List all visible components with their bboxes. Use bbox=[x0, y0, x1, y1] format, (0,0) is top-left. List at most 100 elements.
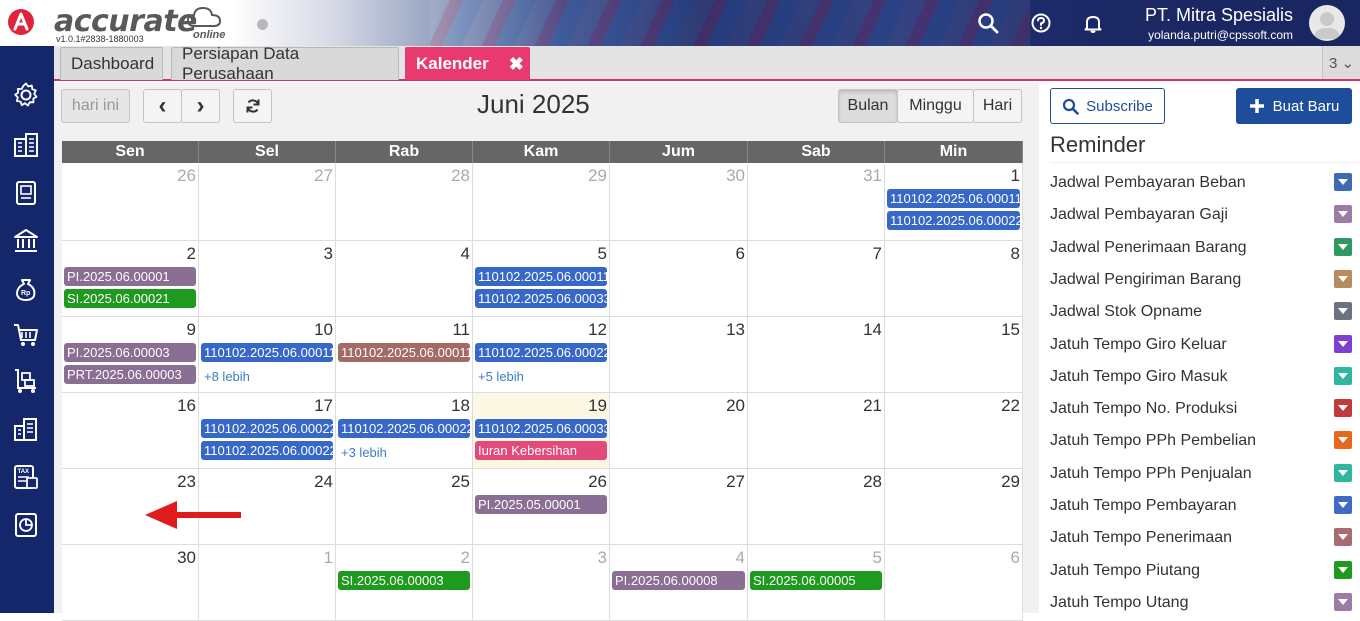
today-button[interactable]: hari ini bbox=[61, 89, 130, 123]
reminder-item[interactable]: Jatuh Tempo Piutang bbox=[1050, 557, 1352, 581]
calendar-day-cell[interactable]: 13 bbox=[610, 317, 748, 393]
calendar-day-cell[interactable]: 9 PI.2025.06.00003 PRT.2025.06.00003 bbox=[62, 317, 199, 393]
color-dropdown-icon[interactable] bbox=[1334, 334, 1352, 353]
tab-persiapan-data[interactable]: Persiapan Data Perusahaan bbox=[171, 44, 399, 83]
new-event-button[interactable]: Buat Baru bbox=[1236, 88, 1352, 124]
color-dropdown-icon[interactable] bbox=[1334, 366, 1352, 385]
calendar-day-cell[interactable]: 17 110102.2025.06.00022 110102.2025.06.000… bbox=[199, 393, 336, 469]
bell-icon[interactable] bbox=[1080, 10, 1106, 36]
calendar-day-cell[interactable]: 18 110102.2025.06.00022 +3 lebih bbox=[336, 393, 473, 469]
view-day-button[interactable]: Hari bbox=[973, 89, 1022, 123]
calendar-day-cell[interactable]: 29 bbox=[885, 469, 1023, 545]
calendar-day-cell[interactable]: 7 bbox=[748, 241, 885, 317]
calendar-day-cell[interactable]: 16 bbox=[62, 393, 199, 469]
calendar-day-cell[interactable]: 27 bbox=[610, 469, 748, 545]
color-dropdown-icon[interactable] bbox=[1334, 399, 1352, 418]
calendar-event[interactable]: 110102.2025.06.00011 bbox=[201, 343, 333, 362]
more-events-link[interactable]: +3 lebih bbox=[341, 445, 387, 460]
calendar-event[interactable]: SI.2025.06.00021 bbox=[64, 289, 196, 308]
ledger-book-icon[interactable] bbox=[11, 178, 41, 208]
report-chart-icon[interactable] bbox=[11, 510, 41, 540]
calendar-day-cell[interactable]: 20 bbox=[610, 393, 748, 469]
calendar-day-cell[interactable]: 31 bbox=[748, 163, 885, 241]
calendar-day-cell[interactable]: 1 110102.2025.06.00011 110102.2025.06.0002… bbox=[885, 163, 1023, 241]
reminder-item[interactable]: Jatuh Tempo Penerimaan bbox=[1050, 524, 1352, 548]
calendar-day-cell[interactable]: 30 bbox=[62, 545, 199, 621]
calendar-day-cell[interactable]: 10 110102.2025.06.00011 +8 lebih bbox=[199, 317, 336, 393]
subscribe-button[interactable]: Subscribe bbox=[1050, 88, 1165, 124]
reminder-item[interactable]: Jatuh Tempo PPh Pembelian bbox=[1050, 427, 1352, 451]
close-icon[interactable]: ✖ bbox=[509, 54, 524, 75]
calendar-event[interactable]: 110102.2025.06.00011 bbox=[475, 267, 607, 286]
company-info[interactable]: PT. Mitra Spesialis yolanda.putri@cpssof… bbox=[1145, 5, 1293, 42]
next-month-button[interactable]: › bbox=[181, 89, 220, 123]
calendar-day-cell[interactable]: 19 110102.2025.06.00033 Iuran Kebersihan bbox=[473, 393, 610, 469]
calendar-event[interactable]: SI.2025.06.00003 bbox=[338, 571, 470, 590]
calendar-day-cell[interactable]: 26 PI.2025.05.00001 bbox=[473, 469, 610, 545]
calendar-event[interactable]: 110102.2025.06.00022 bbox=[201, 441, 333, 460]
inventory-warehouse-icon[interactable] bbox=[11, 414, 41, 444]
tab-kalender[interactable]: Kalender ✖ bbox=[405, 47, 530, 80]
color-dropdown-icon[interactable] bbox=[1334, 173, 1352, 191]
reminder-item[interactable]: Jatuh Tempo Giro Masuk bbox=[1050, 363, 1352, 387]
view-week-button[interactable]: Minggu bbox=[897, 89, 974, 123]
calendar-event[interactable]: 110102.2025.06.00022 bbox=[887, 211, 1020, 230]
calendar-event[interactable]: 110102.2025.06.00011 bbox=[887, 189, 1020, 208]
bank-icon[interactable] bbox=[11, 226, 41, 256]
color-dropdown-icon[interactable] bbox=[1334, 496, 1352, 514]
calendar-day-cell[interactable]: 14 bbox=[748, 317, 885, 393]
calendar-event[interactable]: 110102.2025.06.00033 bbox=[475, 419, 607, 438]
avatar[interactable] bbox=[1309, 5, 1345, 41]
prev-month-button[interactable]: ‹ bbox=[143, 89, 182, 123]
reminder-item[interactable]: Jadwal Pembayaran Beban bbox=[1050, 169, 1352, 193]
calendar-event[interactable]: PRT.2025.06.00003 bbox=[64, 365, 196, 384]
tab-dashboard[interactable]: Dashboard bbox=[60, 47, 163, 80]
color-dropdown-icon[interactable] bbox=[1334, 302, 1352, 321]
calendar-day-cell[interactable]: 5 SI.2025.06.00005 bbox=[748, 545, 885, 621]
reminder-item[interactable]: Jadwal Penerimaan Barang bbox=[1050, 234, 1352, 258]
calendar-day-cell[interactable]: 12 110102.2025.06.00022 +5 lebih bbox=[473, 317, 610, 393]
view-month-button[interactable]: Bulan bbox=[838, 89, 898, 123]
delivery-trolley-icon[interactable] bbox=[11, 366, 41, 396]
settings-gear-icon[interactable] bbox=[11, 80, 41, 110]
calendar-day-cell[interactable]: 30 bbox=[610, 163, 748, 241]
app-logo[interactable]: accurate online v1.0.1#2838-1880003 bbox=[6, 3, 256, 44]
calendar-day-cell[interactable]: 3 bbox=[199, 241, 336, 317]
calendar-event[interactable]: PI.2025.05.00001 bbox=[475, 495, 607, 514]
calendar-day-cell[interactable]: 5 110102.2025.06.00011 110102.2025.06.0003… bbox=[473, 241, 610, 317]
calendar-event[interactable]: SI.2025.06.00005 bbox=[750, 571, 882, 590]
refresh-button[interactable] bbox=[233, 89, 272, 123]
calendar-event[interactable]: Iuran Kebersihan bbox=[475, 441, 607, 460]
color-dropdown-icon[interactable] bbox=[1334, 205, 1352, 224]
calendar-event[interactable]: 110102.2025.06.00022 bbox=[201, 419, 333, 438]
color-dropdown-icon[interactable] bbox=[1334, 592, 1352, 611]
calendar-day-cell[interactable]: 26 bbox=[62, 163, 199, 241]
calendar-day-cell[interactable]: 11 110102.2025.06.00011 bbox=[336, 317, 473, 393]
calendar-day-cell[interactable]: 4 bbox=[336, 241, 473, 317]
tax-icon[interactable]: TAX bbox=[11, 462, 41, 492]
reminder-item[interactable]: Jatuh Tempo Utang bbox=[1050, 589, 1352, 613]
calendar-day-cell[interactable]: 29 bbox=[473, 163, 610, 241]
calendar-day-cell[interactable]: 21 bbox=[748, 393, 885, 469]
reminder-item[interactable]: Jadwal Stok Opname bbox=[1050, 298, 1352, 322]
reminder-item[interactable]: Jatuh Tempo Pembayaran bbox=[1050, 492, 1352, 516]
calendar-day-cell[interactable]: 4 PI.2025.06.00008 bbox=[610, 545, 748, 621]
search-icon[interactable] bbox=[975, 10, 1001, 36]
reminder-item[interactable]: Jatuh Tempo No. Produksi bbox=[1050, 395, 1352, 419]
calendar-event[interactable]: PI.2025.06.00001 bbox=[64, 267, 196, 286]
calendar-day-cell[interactable]: 6 bbox=[885, 545, 1023, 621]
money-bag-icon[interactable]: Rp bbox=[11, 273, 41, 303]
color-dropdown-icon[interactable] bbox=[1334, 431, 1352, 450]
calendar-day-cell[interactable]: 22 bbox=[885, 393, 1023, 469]
calendar-event[interactable]: PI.2025.06.00008 bbox=[612, 571, 745, 590]
color-dropdown-icon[interactable] bbox=[1334, 560, 1352, 579]
company-building-icon[interactable] bbox=[11, 130, 41, 160]
calendar-day-cell[interactable]: 8 bbox=[885, 241, 1023, 317]
more-events-link[interactable]: +5 lebih bbox=[478, 369, 524, 384]
calendar-day-cell[interactable]: 2 SI.2025.06.00003 bbox=[336, 545, 473, 621]
reminder-item[interactable]: Jadwal Pengiriman Barang bbox=[1050, 266, 1352, 290]
color-dropdown-icon[interactable] bbox=[1334, 528, 1352, 547]
calendar-event[interactable]: 110102.2025.06.00022 bbox=[338, 419, 470, 438]
more-events-link[interactable]: +8 lebih bbox=[204, 369, 250, 384]
color-dropdown-icon[interactable] bbox=[1334, 237, 1352, 256]
